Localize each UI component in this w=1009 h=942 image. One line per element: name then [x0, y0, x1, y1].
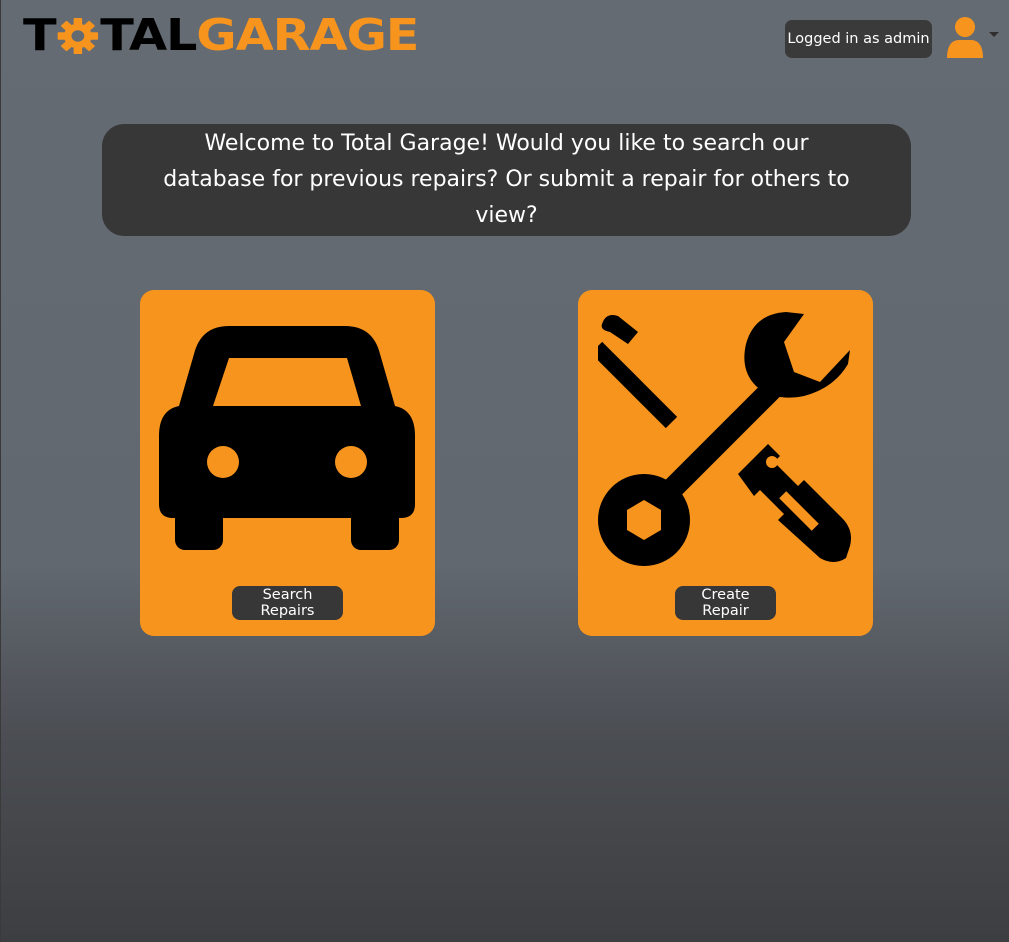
gear-icon [57, 17, 99, 55]
logged-in-label: Logged in as admin [787, 31, 930, 47]
brand-text-garage: GARAGE [196, 10, 419, 61]
user-menu-toggle[interactable] [945, 16, 1003, 60]
search-repairs-button[interactable]: Search Repairs [232, 586, 343, 620]
create-repair-button[interactable]: Create Repair [675, 586, 776, 620]
car-icon [159, 326, 415, 550]
create-repair-card[interactable]: Create Repair [578, 290, 873, 636]
top-navbar: T TALGARAGE Logged in as admin [1, 0, 1009, 80]
welcome-banner: Welcome to Total Garage! Would you like … [102, 124, 911, 236]
brand-logo[interactable]: T TALGARAGE [23, 10, 419, 61]
brand-text-total-rest: TAL [100, 10, 197, 61]
logged-in-badge: Logged in as admin [785, 20, 932, 58]
chevron-down-icon [989, 32, 999, 37]
tools-icon [598, 312, 851, 566]
search-repairs-card[interactable]: Search Repairs [140, 290, 435, 636]
user-icon [947, 17, 983, 58]
brand-text-total-t: T [23, 10, 57, 61]
welcome-text: Welcome to Total Garage! Would you like … [163, 131, 850, 228]
